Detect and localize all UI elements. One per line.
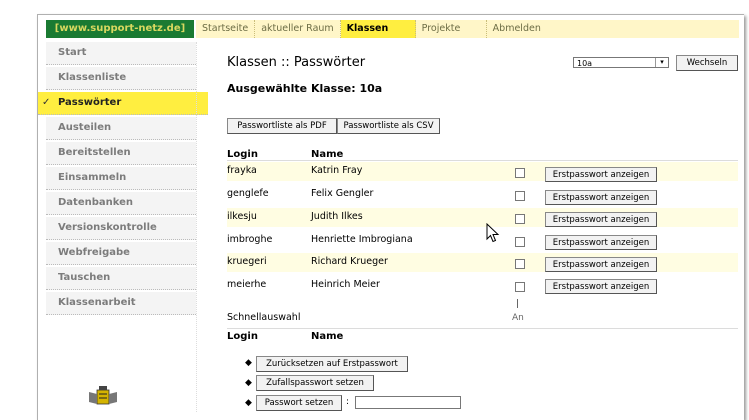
sidebar-item-start[interactable]: Start (46, 42, 196, 65)
row-checkbox[interactable] (515, 168, 525, 178)
row-name: Heinrich Meier (311, 279, 380, 290)
header-divider (227, 160, 738, 161)
chevron-down-icon: ▾ (655, 58, 668, 67)
column-header-name: Name (311, 149, 344, 160)
csv-export-button[interactable]: Passwortliste als CSV (337, 118, 440, 134)
row-name: Henriette Imbrogiana (311, 234, 413, 245)
pdf-export-button[interactable]: Passwortliste als PDF (227, 118, 337, 134)
top-navigation: Startseite aktueller Raum Klassen Projek… (196, 20, 739, 38)
table-row: ilkesju Judith Ilkes (227, 208, 738, 227)
sidebar-item-einsammeln[interactable]: Einsammeln (46, 167, 196, 190)
row-login: frayka (227, 165, 257, 176)
bullet-icon: ◆ (245, 358, 252, 368)
column-footer-name: Name (311, 331, 344, 342)
sidebar: Start Klassenliste ✓ Passwörter Austeile… (38, 42, 208, 317)
sidebar-item-klassenarbeit[interactable]: Klassenarbeit (46, 292, 196, 315)
sidebar-item-label: Passwörter (58, 97, 122, 108)
change-class-button[interactable]: Wechseln (676, 55, 738, 71)
site-link[interactable]: [www.support-netz.de] (46, 20, 194, 38)
sidebar-divider (196, 42, 198, 412)
show-initial-password-button[interactable]: Erstpasswort anzeigen (545, 279, 657, 294)
row-name: Felix Gengler (311, 188, 374, 199)
table-row: meierhe Heinrich Meier (227, 276, 738, 295)
sidebar-item-bereitstellen[interactable]: Bereitstellen (46, 142, 196, 165)
table-row: frayka Katrin Fray (227, 162, 738, 181)
show-initial-password-button[interactable]: Erstpasswort anzeigen (545, 190, 657, 205)
sidebar-item-datenbanken[interactable]: Datenbanken (46, 192, 196, 215)
nav-klassen[interactable]: Klassen (340, 20, 416, 38)
class-select[interactable]: 10a ▾ (573, 57, 669, 68)
column-header-login: Login (227, 149, 258, 160)
sidebar-item-passwoerter[interactable]: ✓ Passwörter (38, 92, 208, 115)
nav-abmelden[interactable]: Abmelden (487, 20, 639, 38)
nav-aktueller-raum[interactable]: aktueller Raum (255, 20, 341, 38)
colon-label: : (346, 397, 350, 407)
reset-initial-password-button[interactable]: Zurücksetzen auf Erstpasswort (256, 356, 408, 372)
sidebar-item-klassenliste[interactable]: Klassenliste (46, 67, 196, 90)
mouse-pointer-icon (486, 223, 500, 243)
row-login: ilkesju (227, 211, 257, 222)
row-checkbox[interactable] (515, 282, 525, 292)
select-all-link[interactable]: An (512, 313, 524, 323)
row-checkbox[interactable] (515, 259, 525, 269)
nav-startseite[interactable]: Startseite (196, 20, 256, 38)
row-name: Richard Krueger (311, 256, 388, 267)
row-name: Judith Ilkes (311, 211, 363, 222)
footer-divider (227, 328, 738, 329)
sidebar-item-austeilen[interactable]: Austeilen (46, 117, 196, 140)
table-row: imbroghe Henriette Imbrogiana (227, 231, 738, 250)
row-login: imbroghe (227, 234, 273, 245)
row-login: kruegeri (227, 256, 267, 267)
selected-class-heading: Ausgewählte Klasse: 10a (227, 82, 383, 95)
row-login: genglefe (227, 188, 269, 199)
bullet-icon: ◆ (245, 398, 252, 408)
bullet-icon: ◆ (245, 378, 252, 388)
table-row: kruegeri Richard Krueger (227, 253, 738, 272)
sidebar-item-tauschen[interactable]: Tauschen (46, 267, 196, 290)
password-input[interactable] (355, 396, 461, 409)
page-title: Klassen :: Passwörter (227, 55, 366, 70)
sidebar-item-versionskontrolle[interactable]: Versionskontrolle (46, 217, 196, 240)
set-password-button[interactable]: Passwort setzen (256, 395, 342, 411)
row-name: Katrin Fray (311, 165, 363, 176)
sidebar-item-webfreigabe[interactable]: Webfreigabe (46, 242, 196, 265)
table-row: genglefe Felix Gengler (227, 185, 738, 204)
column-footer-login: Login (227, 331, 258, 342)
select-all-indicator (517, 299, 518, 308)
quick-select-label: Schnellauswahl (227, 312, 301, 323)
checkmark-icon: ✓ (42, 97, 51, 108)
coat-of-arms-icon (89, 386, 117, 405)
show-initial-password-button[interactable]: Erstpasswort anzeigen (545, 167, 657, 182)
row-checkbox[interactable] (515, 214, 525, 224)
row-login: meierhe (227, 279, 267, 290)
row-checkbox[interactable] (515, 237, 525, 247)
nav-projekte[interactable]: Projekte (416, 20, 487, 38)
row-checkbox[interactable] (515, 191, 525, 201)
show-initial-password-button[interactable]: Erstpasswort anzeigen (545, 257, 657, 272)
show-initial-password-button[interactable]: Erstpasswort anzeigen (545, 235, 657, 250)
show-initial-password-button[interactable]: Erstpasswort anzeigen (545, 212, 657, 227)
class-select-value: 10a (577, 59, 593, 68)
random-password-button[interactable]: Zufallspasswort setzen (256, 375, 374, 391)
